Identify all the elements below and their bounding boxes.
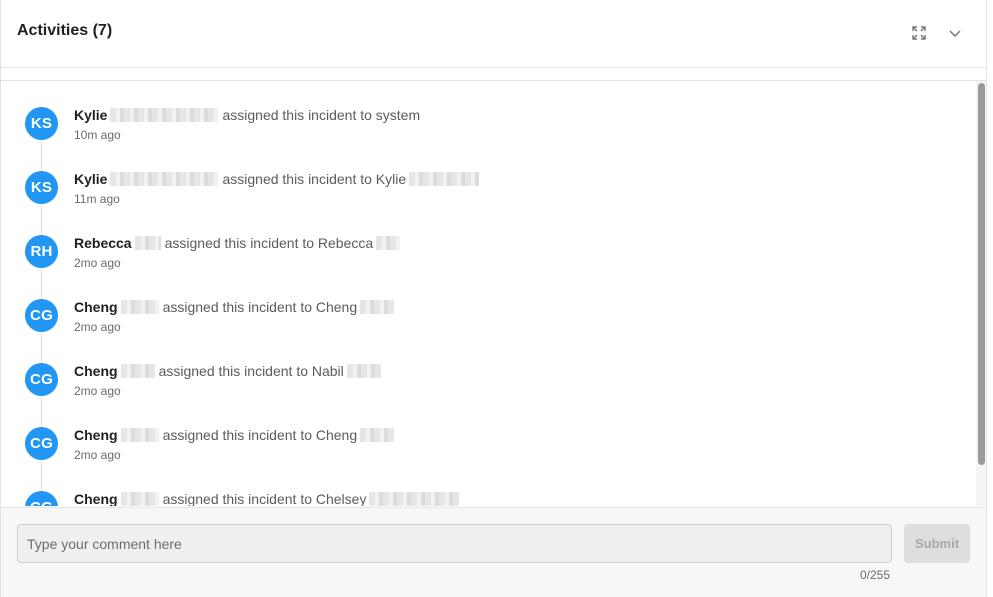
activities-panel: Activities (7) KS Kylie assigned this inci… <box>0 0 987 597</box>
redacted-name <box>120 428 159 442</box>
activity-time: 2mo ago <box>74 384 121 398</box>
activity-text: Rebecca assigned this incident to Rebecca <box>74 235 404 251</box>
chevron-down-icon <box>949 30 961 38</box>
avatar: KS <box>25 107 58 140</box>
activities-header: Activities (7) <box>1 0 986 68</box>
avatar: CG <box>25 427 58 460</box>
activity-actor: Rebecca <box>74 235 132 251</box>
avatar: KS <box>25 171 58 204</box>
expand-button[interactable] <box>910 24 928 42</box>
avatar: RH <box>25 235 58 268</box>
redacted-name <box>360 300 395 314</box>
comment-input[interactable] <box>17 524 892 563</box>
activity-text: Kylie assigned this incident to Kylie <box>74 171 483 187</box>
activity-text: Cheng assigned this incident to Chelsey <box>74 491 463 506</box>
activity-actor: Cheng <box>74 491 118 506</box>
activity-text: Kylie assigned this incident to system <box>74 107 420 123</box>
activity-time: 2mo ago <box>74 256 121 270</box>
scrollbar-track[interactable] <box>976 81 986 506</box>
activity-item: CG Cheng assigned this incident to Nabil 2m… <box>1 345 971 427</box>
activity-description: assigned this incident to Rebecca <box>164 235 374 251</box>
expand-icon <box>912 26 926 40</box>
activity-time: 11m ago <box>74 192 120 206</box>
activity-actor: Cheng <box>74 299 118 315</box>
redacted-name <box>409 172 480 186</box>
activity-item: KS Kylie assigned this incident to system 1… <box>1 89 971 171</box>
activity-text: Cheng assigned this incident to Nabil <box>74 363 385 379</box>
activity-actor: Cheng <box>74 363 118 379</box>
avatar: CG <box>25 491 58 506</box>
avatar: CG <box>25 299 58 332</box>
activity-description: assigned this incident to Kylie <box>222 171 407 187</box>
activity-actor: Cheng <box>74 427 118 443</box>
activity-time: 2mo ago <box>74 320 121 334</box>
activities-title: Activities (7) <box>17 22 113 39</box>
redacted-name <box>120 364 155 378</box>
activity-description: assigned this incident to Cheng <box>162 427 358 443</box>
activity-actor: Kylie <box>74 107 108 123</box>
activity-text: Cheng assigned this incident to Cheng <box>74 427 398 443</box>
redacted-name <box>369 492 460 506</box>
collapse-button[interactable] <box>946 24 964 42</box>
activity-description: assigned this incident to Nabil <box>158 363 344 379</box>
activity-item: RH Rebecca assigned this incident to Rebec… <box>1 217 971 299</box>
activity-item: KS Kylie assigned this incident to Kylie 11… <box>1 153 971 235</box>
activity-item: CG Cheng assigned this incident to Cheng 2m… <box>1 281 971 363</box>
activity-description: assigned this incident to Cheng <box>162 299 358 315</box>
scrollbar-thumb[interactable] <box>978 83 985 465</box>
activity-time: 2mo ago <box>74 448 121 462</box>
redacted-name <box>110 172 219 186</box>
redacted-name <box>120 492 159 506</box>
activity-description: assigned this incident to system <box>222 107 421 123</box>
avatar: CG <box>25 363 58 396</box>
activity-list[interactable]: KS Kylie assigned this incident to system 1… <box>1 80 986 506</box>
character-counter: 0/255 <box>860 568 891 582</box>
activity-text: Cheng assigned this incident to Cheng <box>74 299 398 315</box>
redacted-name <box>346 364 381 378</box>
activity-item: CG Cheng assigned this incident to Cheng 2m… <box>1 409 971 491</box>
redacted-name <box>134 236 161 250</box>
activity-actor: Kylie <box>74 171 108 187</box>
redacted-name <box>120 300 159 314</box>
submit-button[interactable]: Submit <box>904 524 970 563</box>
comment-footer: Submit 0/255 <box>1 507 986 597</box>
activity-description: assigned this incident to Chelsey <box>162 491 367 506</box>
redacted-name <box>376 236 401 250</box>
activity-item: CG Cheng assigned this incident to Chelsey <box>1 473 971 506</box>
redacted-name <box>360 428 395 442</box>
redacted-name <box>110 108 219 122</box>
activity-time: 10m ago <box>74 128 121 142</box>
